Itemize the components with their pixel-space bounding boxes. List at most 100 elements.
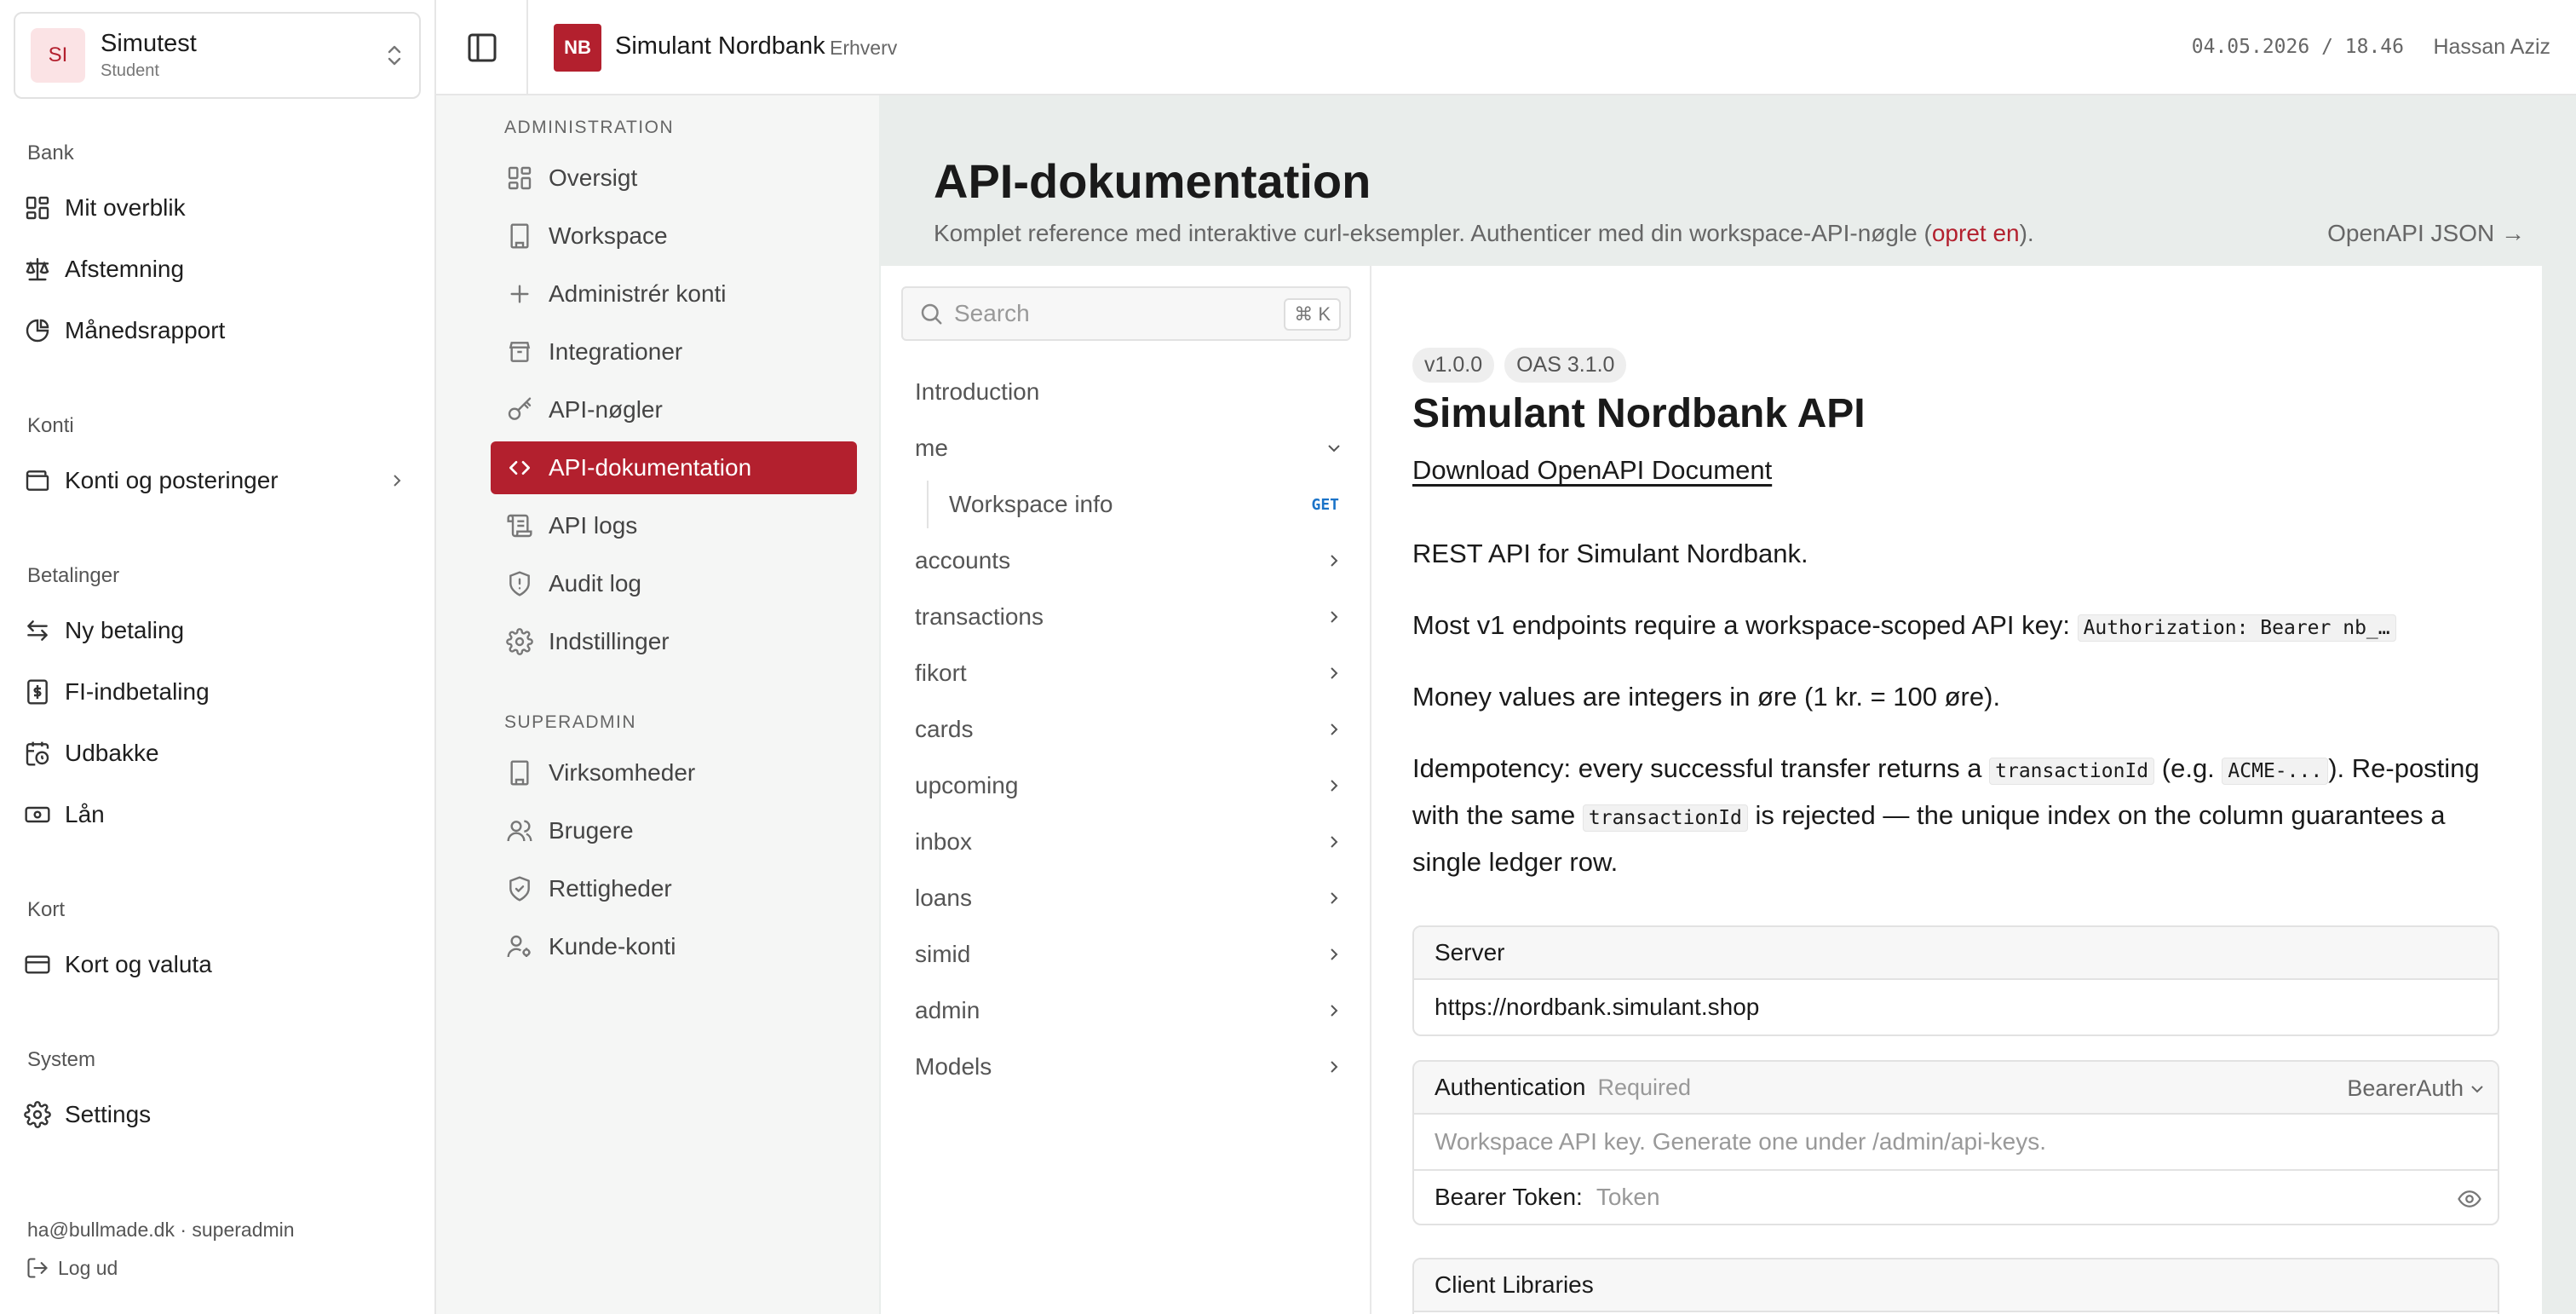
user-name[interactable]: Hassan Aziz [2433,35,2550,60]
admin-item-permissions[interactable]: Rettigheder [491,862,857,915]
sidebar-item-cards-currency[interactable]: Kort og valuta [24,941,416,988]
admin-item-integrations[interactable]: Integrationer [491,326,857,378]
sidebar-item-label: Ny betaling [65,617,185,643]
nav-group-label: upcoming [915,772,1019,798]
admin-item-manage-accounts[interactable]: Administrér konti [491,268,857,320]
auth-scheme-value: BearerAuth [2347,1075,2464,1101]
sidebar-item-reconciliation[interactable]: Afstemning [24,245,416,293]
nav-group-models[interactable]: Models [915,1043,1351,1091]
chevrons-up-down-icon [388,45,401,66]
shield-check-icon [509,876,530,902]
brand-name: Simulant Nordbank [615,32,825,60]
admin-item-api-logs[interactable]: API logs [491,499,857,552]
nav-group-fikort[interactable]: fikort [915,649,1351,697]
sidebar-item-label: Mit overblik [65,194,186,221]
admin-item-label: Integrationer [549,338,683,365]
page-title: API-dokumentation [934,154,1371,208]
admin-item-companies[interactable]: Virksomheder [491,746,857,799]
openapi-json-link[interactable]: OpenAPI JSON → [2327,220,2525,247]
bearer-token-field[interactable]: Bearer Token: Token [1414,1169,2498,1224]
sidebar-section-payments: Betalinger [27,564,120,587]
nav-group-loans[interactable]: loans [915,874,1351,922]
method-badge-get: GET [1311,495,1339,514]
nav-introduction[interactable]: Introduction [915,368,1351,416]
authentication-label: Authentication [1435,1074,1586,1100]
divider [526,0,528,95]
nav-group-accounts[interactable]: accounts [915,537,1351,585]
subtitle-end: ). [2019,220,2034,246]
search-placeholder: Search [954,300,1030,326]
chevron-down-icon [1328,445,1340,452]
sidebar-item-label: FI-indbetaling [65,678,210,705]
chevron-right-icon [1331,780,1338,792]
sidebar-section-cards: Kort [27,898,66,921]
admin-item-label: Virksomheder [549,759,696,786]
admin-item-audit-log[interactable]: Audit log [491,557,857,610]
chevron-down-icon [2471,1085,2483,1092]
sidebar-item-fi-payment[interactable]: FI-indbetaling [24,668,416,716]
admin-item-workspace[interactable]: Workspace [491,210,857,262]
auth-scheme-select[interactable]: BearerAuth [2347,1075,2486,1102]
sidebar-toggle-icon[interactable] [465,31,499,65]
chevron-right-icon [1331,836,1338,848]
nav-group-me[interactable]: me [915,424,1351,472]
admin-item-users[interactable]: Brugere [491,804,857,857]
sidebar-item-overview[interactable]: Mit overblik [24,184,416,232]
nav-group-inbox[interactable]: inbox [915,818,1351,866]
nav-group-label: loans [915,885,972,911]
gear-icon [24,1101,51,1128]
admin-item-customer-accounts[interactable]: Kunde-konti [491,920,857,973]
server-url[interactable]: https://nordbank.simulant.shop [1414,980,2498,1034]
calendar-clock-icon [26,741,49,766]
nav-group-cards[interactable]: cards [915,706,1351,753]
sidebar-item-settings[interactable]: Settings [24,1091,416,1138]
brand-logo: NB [554,24,601,72]
required-label: Required [1597,1074,1692,1100]
acme-code: ACME-... [2222,758,2329,785]
page-subtitle: Komplet reference med interaktive curl-e… [934,220,2034,247]
nav-group-label: transactions [915,603,1044,630]
admin-item-label: Oversigt [549,164,638,191]
admin-item-api-keys[interactable]: API-nøgler [491,383,857,436]
transfer-icon [27,620,48,641]
create-key-link[interactable]: opret en [1932,220,2020,246]
nav-group-label: cards [915,716,974,742]
admin-item-overview[interactable]: Oversigt [491,152,857,205]
plus-icon [510,285,529,303]
nav-group-simid[interactable]: simid [915,931,1351,978]
sidebar-section-system: System [27,1048,96,1071]
nav-group-upcoming[interactable]: upcoming [915,762,1351,810]
user-email: ha@bullmade.dk · superadmin [27,1219,295,1241]
sidebar-item-loans[interactable]: Lån [24,791,416,839]
admin-item-label: Rettigheder [549,875,672,902]
chevron-right-icon [1331,611,1338,623]
sidebar-item-label: Settings [65,1101,152,1127]
api-docs-panel: Search ⌘ K Introduction me Workspace inf… [881,266,2542,1314]
admin-item-api-docs[interactable]: API-dokumentation [491,441,857,494]
sidebar-item-new-payment[interactable]: Ny betaling [24,607,416,654]
auth-text: Most v1 endpoints require a workspace-sc… [1412,610,2078,640]
top-bar: NB Simulant Nordbank Erhverv 04.05.2026 … [436,0,2576,95]
eye-icon[interactable] [2457,1186,2482,1212]
nav-group-label: admin [915,997,980,1023]
download-openapi-link[interactable]: Download OpenAPI Document [1412,455,1772,486]
search-shortcut: ⌘ K [1284,298,1341,331]
search-input[interactable]: Search ⌘ K [901,286,1351,341]
workspace-avatar: SI [31,28,85,83]
credit-card-icon [25,955,50,974]
sidebar-item-accounts-postings[interactable]: Konti og posteringer [24,457,416,504]
building-icon [510,223,529,249]
dashboard-icon [26,196,49,220]
nav-group-admin[interactable]: admin [915,987,1351,1034]
logout-link[interactable]: Log ud [26,1256,118,1280]
workspace-switcher[interactable]: SI Simutest Student [14,12,421,99]
nav-group-label: me [915,435,948,461]
nav-group-transactions[interactable]: transactions [915,593,1351,641]
admin-item-settings[interactable]: Indstillinger [491,615,857,668]
sidebar-item-monthly-report[interactable]: Månedsrapport [24,307,416,354]
idempotency-paragraph: Idempotency: every successful transfer r… [1412,746,2494,885]
sidebar-item-outbox[interactable]: Udbakke [24,729,416,777]
admin-item-label: API-nøgler [549,396,663,423]
oas-badge: OAS 3.1.0 [1504,348,1627,383]
nav-workspace-info[interactable]: Workspace info GET [927,481,1351,528]
